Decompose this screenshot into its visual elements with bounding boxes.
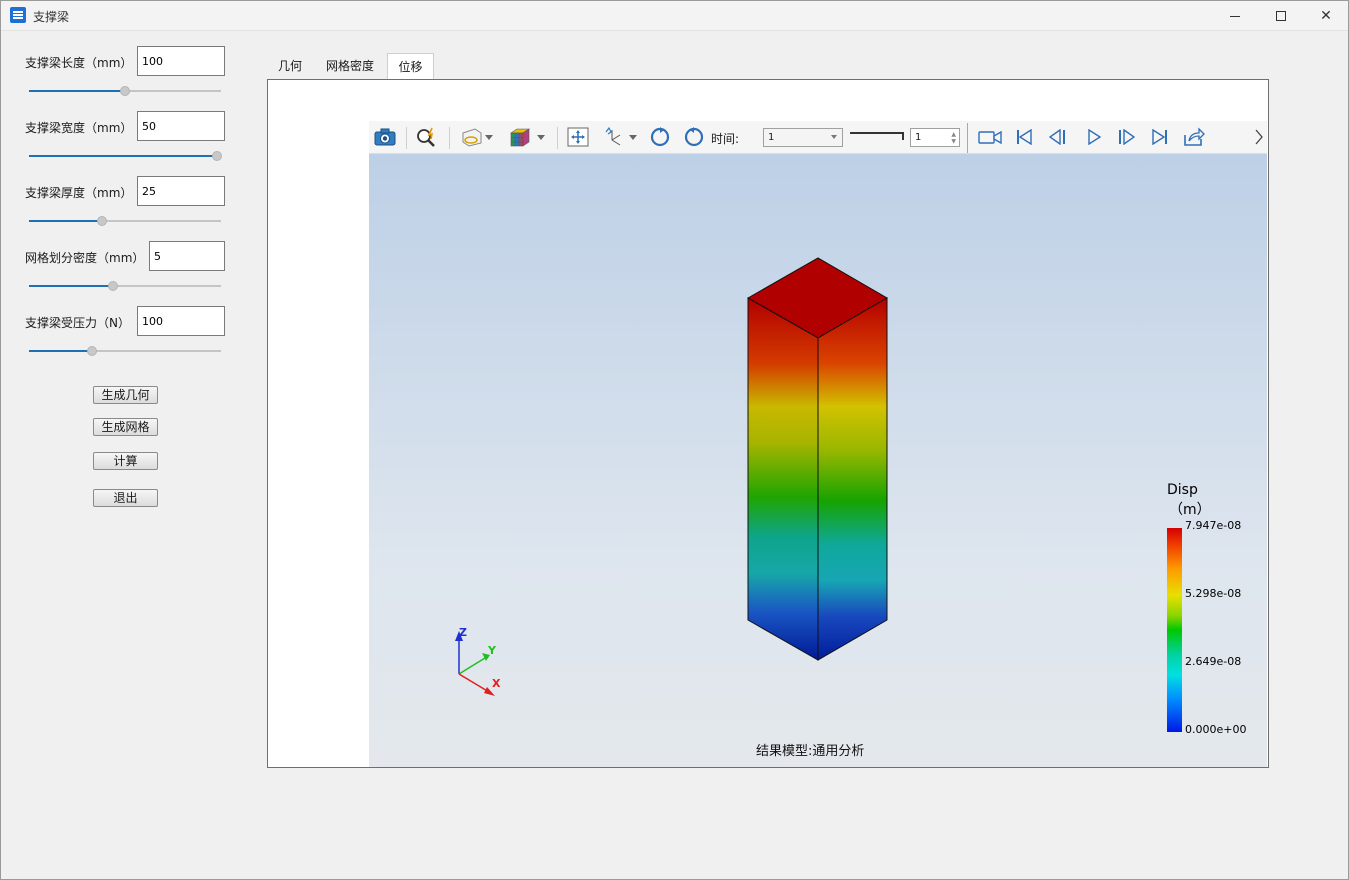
close-icon: ✕ (1320, 8, 1332, 24)
width-slider[interactable] (29, 150, 223, 162)
close-button[interactable]: ✕ (1303, 1, 1349, 31)
slider-fill (29, 90, 125, 92)
length-slider[interactable] (29, 85, 221, 97)
display-mode-icon[interactable] (507, 125, 533, 149)
last-frame-icon[interactable] (1147, 125, 1173, 149)
slider-thumb[interactable] (212, 151, 223, 161)
toolbar-separator (406, 127, 407, 149)
minimize-button[interactable] (1212, 1, 1258, 31)
section-view-icon[interactable] (459, 125, 485, 149)
result-viewer: 时间: 1 1 ▲ ▼ Z Y X Disp （m） 7.947e-08 5.2… (369, 121, 1267, 767)
mesh-density-slider[interactable] (29, 280, 221, 292)
slider-thumb[interactable] (87, 346, 98, 356)
legend-unit: （m） (1169, 502, 1211, 518)
chevron-down-icon (831, 135, 837, 139)
maximize-icon (1276, 11, 1286, 21)
rotate-right-icon[interactable] (681, 125, 707, 149)
beam-left-face (747, 297, 819, 661)
axis-x-label: X (492, 677, 501, 690)
time-label: 时间: (711, 132, 740, 146)
viewer-toolbar: 时间: 1 1 ▲ ▼ (369, 121, 1267, 154)
pressure-slider[interactable] (29, 345, 221, 357)
legend-title: Disp (1167, 482, 1198, 498)
beam-right-face (817, 297, 888, 661)
maximize-button[interactable] (1258, 1, 1304, 31)
slider-thumb[interactable] (120, 86, 130, 96)
thickness-input[interactable] (137, 176, 225, 206)
generate-mesh-button[interactable]: 生成网格 (93, 418, 158, 436)
time-select-value: 1 (768, 132, 775, 143)
pressure-input[interactable] (137, 306, 225, 336)
result-caption: 结果模型:通用分析 (756, 744, 865, 759)
exit-button[interactable]: 退出 (93, 489, 158, 507)
3d-scene[interactable]: Z Y X Disp （m） 7.947e-08 5.298e-08 2.649… (369, 154, 1267, 767)
fit-view-icon[interactable] (565, 125, 591, 149)
legend-value: 5.298e-08 (1185, 587, 1242, 600)
legend-value-max: 7.947e-08 (1185, 519, 1242, 532)
previous-frame-icon[interactable] (1045, 125, 1071, 149)
toolbar-separator (557, 127, 558, 149)
chevron-down-icon[interactable] (535, 125, 547, 149)
axis-triad (455, 631, 495, 696)
thickness-slider[interactable] (29, 215, 221, 227)
time-select[interactable]: 1 (763, 128, 843, 147)
mesh-density-label: 网格划分密度（mm） (25, 251, 145, 265)
mesh-density-input[interactable] (149, 241, 225, 271)
axis-y-label: Y (488, 644, 496, 657)
pressure-label: 支撑梁受压力（N） (25, 316, 130, 330)
width-input[interactable] (137, 111, 225, 141)
title-bar: 支撑梁 ✕ (1, 1, 1348, 31)
next-frame-icon[interactable] (1113, 125, 1139, 149)
slider-thumb[interactable] (108, 281, 119, 291)
tab-mesh-density[interactable]: 网格密度 (317, 53, 383, 80)
play-icon[interactable] (1081, 125, 1107, 149)
zoom-icon[interactable] (414, 125, 440, 149)
axis-z-label: Z (459, 626, 467, 639)
width-label: 支撑梁宽度（mm） (25, 121, 133, 135)
time-slider[interactable] (850, 132, 904, 140)
time-spinbox[interactable]: 1 ▲ ▼ (910, 128, 960, 147)
thickness-label: 支撑梁厚度（mm） (25, 186, 133, 200)
beam-model (455, 257, 888, 696)
time-spin-value: 1 (915, 132, 922, 143)
main-window: 支撑梁 ✕ 支撑梁长度（mm） 支撑梁宽度（mm） 支撑梁厚度（mm） 网格划分… (0, 0, 1349, 880)
axes-icon[interactable] (601, 125, 627, 149)
slider-fill (29, 155, 218, 157)
slider-thumb[interactable] (96, 216, 107, 226)
slider-fill (29, 220, 102, 222)
rotate-left-icon[interactable] (647, 125, 673, 149)
length-input[interactable] (137, 46, 225, 76)
chevron-down-icon[interactable] (483, 125, 495, 149)
window-title: 支撑梁 (33, 10, 70, 24)
first-frame-icon[interactable] (1011, 125, 1037, 149)
tab-geometry[interactable]: 几何 (271, 53, 309, 80)
tab-displacement[interactable]: 位移 (387, 53, 434, 80)
chevron-down-icon[interactable] (627, 125, 639, 149)
length-label: 支撑梁长度（mm） (25, 56, 133, 70)
toolbar-separator (967, 123, 968, 153)
legend-value-min: 0.000e+00 (1185, 723, 1247, 736)
app-icon (10, 7, 26, 23)
spin-arrows-icon: ▲ ▼ (951, 131, 956, 145)
slider-fill (29, 285, 114, 287)
minimize-icon (1230, 15, 1240, 17)
export-icon[interactable] (1181, 125, 1207, 149)
toolbar-overflow-icon[interactable] (1253, 125, 1265, 149)
generate-geometry-button[interactable]: 生成几何 (93, 386, 158, 404)
legend-value: 2.649e-08 (1185, 655, 1242, 668)
compute-button[interactable]: 计算 (93, 452, 158, 470)
toolbar-separator (449, 127, 450, 149)
slider-fill (29, 350, 93, 352)
camera-icon[interactable] (372, 125, 398, 149)
record-video-icon[interactable] (977, 125, 1003, 149)
legend-color-bar (1167, 528, 1182, 732)
